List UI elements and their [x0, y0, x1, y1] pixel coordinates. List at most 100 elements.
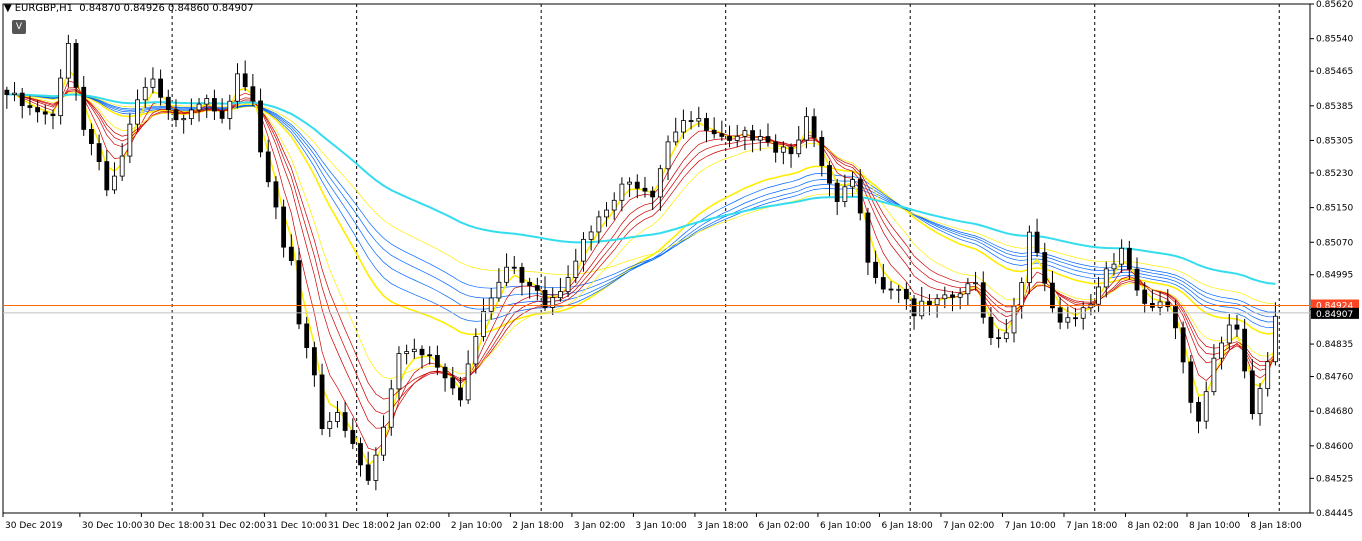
candle-body: [104, 161, 110, 191]
candle-body: [350, 430, 356, 444]
candle-body: [304, 323, 310, 348]
triangle-down-icon[interactable]: ▼: [4, 3, 12, 14]
candle-body: [288, 246, 294, 262]
candle-body: [903, 288, 909, 300]
x-tick-label: 6 Jan 18:00: [881, 521, 933, 531]
candle-body: [411, 348, 417, 352]
candle-body: [834, 182, 840, 202]
candle-body: [1265, 361, 1271, 389]
candle-body: [442, 366, 448, 379]
candle-body: [65, 43, 71, 79]
candle-body: [150, 78, 156, 88]
candle-body: [335, 412, 340, 422]
x-tick-label: 31 Dec 18:00: [328, 521, 389, 531]
x-tick-label: 30 Dec 2019: [5, 521, 63, 531]
candle-body: [465, 363, 471, 401]
candle-body: [1203, 391, 1209, 422]
candle-body: [865, 212, 871, 263]
candle-body: [165, 96, 171, 111]
x-tick-label: 8 Jan 18:00: [1250, 521, 1302, 531]
candle-body: [650, 190, 656, 198]
y-tick-label: 0.84680: [1316, 407, 1353, 417]
y-tick-label: 0.84525: [1316, 474, 1353, 484]
candle-body: [557, 291, 563, 299]
x-tick-label: 2 Jan 10:00: [451, 521, 503, 531]
low-value: 0.84860: [167, 3, 210, 14]
y-tick-label: 0.85070: [1316, 238, 1353, 248]
candle-body: [757, 136, 763, 141]
candle-body: [158, 78, 164, 98]
candle-body: [1096, 286, 1101, 305]
candle-body: [780, 146, 786, 153]
candle-body: [1142, 289, 1148, 304]
candle-body: [696, 118, 702, 122]
candle-body: [596, 216, 602, 233]
candle-body: [804, 116, 809, 141]
symbol-label: EURGBP,H1: [14, 3, 73, 14]
candle-body: [1119, 247, 1125, 265]
high-value: 0.84926: [123, 3, 165, 14]
candle-body: [980, 282, 986, 318]
candle-body: [519, 267, 525, 283]
y-tick-label: 0.84760: [1316, 373, 1353, 383]
candle-body: [19, 92, 25, 107]
candle-body: [250, 86, 256, 102]
candle-body: [604, 209, 609, 218]
candle-body: [827, 165, 832, 184]
candle-body: [1057, 307, 1063, 323]
fast-ma-line: [6, 87, 1276, 429]
candle-body: [281, 206, 287, 248]
candle-body: [896, 288, 902, 291]
candle-body: [135, 99, 140, 125]
candle-body: [857, 179, 863, 214]
x-tick-label: 2 Jan 02:00: [389, 521, 441, 531]
candle-body: [4, 89, 10, 95]
candle-body: [381, 426, 386, 456]
candle-body: [342, 412, 348, 431]
candle-body: [511, 266, 517, 269]
candle-body: [196, 103, 202, 111]
candle-body: [365, 464, 371, 481]
price-chart[interactable]: 0.85620 0.85540 0.85465 0.85385 0.85305 0.852…: [0, 0, 1362, 537]
x-tick-label: 8 Jan 10:00: [1189, 521, 1241, 531]
candle-body: [681, 120, 686, 133]
slow-ma-line: [6, 93, 1276, 329]
candle-body: [504, 266, 509, 283]
chart-header: ▼ EURGBP,H1 0.84870 0.84926 0.84860 0.84907: [4, 3, 257, 14]
candle-body: [588, 231, 594, 240]
candle-body: [488, 297, 494, 312]
candle-body: [1249, 370, 1255, 415]
candle-body: [458, 387, 463, 401]
slow-ma-line: [6, 94, 1276, 313]
y-tick-label: 0.85620: [1316, 0, 1353, 10]
candle-body: [1026, 231, 1032, 283]
v-button[interactable]: V: [12, 20, 26, 34]
x-tick-label: 7 Jan 10:00: [1004, 521, 1056, 531]
candle-body: [719, 133, 725, 137]
candle-body: [665, 141, 671, 170]
candle-body: [1157, 301, 1163, 308]
candle-body: [58, 77, 64, 117]
y-tick-label: 0.85230: [1316, 169, 1353, 179]
y-tick-label: 0.85385: [1316, 102, 1353, 112]
candle-body: [611, 199, 617, 211]
x-tick-label: 31 Dec 10:00: [266, 521, 327, 531]
candle-body: [388, 388, 394, 428]
candle-body: [173, 109, 179, 121]
candle-body: [880, 277, 886, 290]
last-price-label: 0.84907: [1316, 310, 1353, 320]
candle-body: [373, 454, 379, 481]
chart-container[interactable]: 0.85620 0.85540 0.85465 0.85385 0.85305 0.852…: [0, 0, 1362, 537]
candle-body: [1042, 252, 1048, 284]
candle-body: [573, 260, 579, 278]
candle-body: [1180, 327, 1186, 363]
candle-body: [181, 118, 187, 121]
candle-body: [1050, 282, 1055, 309]
x-tick-label: 6 Jan 10:00: [820, 521, 872, 531]
candle-body: [27, 105, 33, 108]
candle-body: [50, 113, 56, 117]
candle-body: [89, 129, 94, 144]
candle-body: [358, 443, 363, 466]
candle-body: [242, 73, 248, 88]
candle-body: [212, 98, 217, 112]
